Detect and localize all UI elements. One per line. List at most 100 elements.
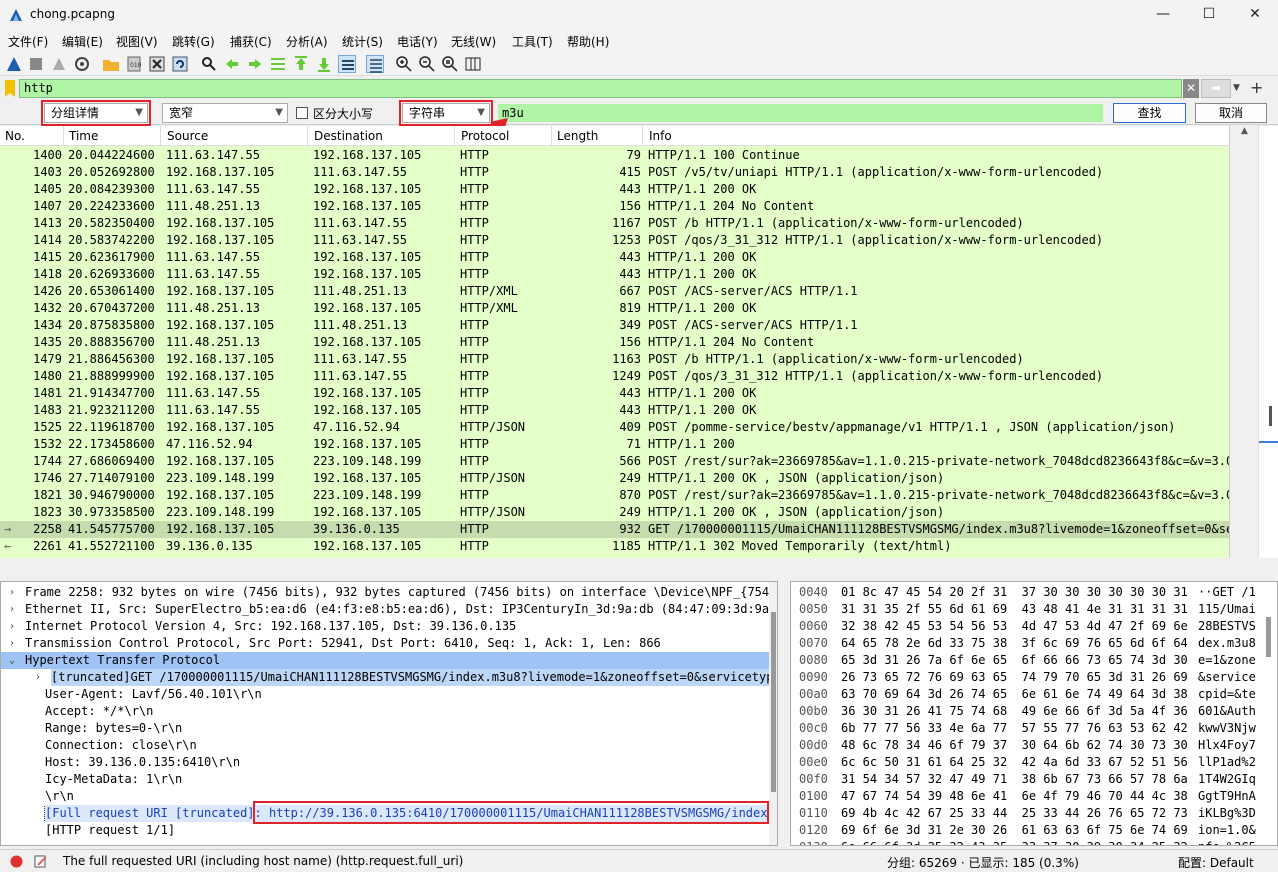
packet-row[interactable]: 1418 20.626933600 111.63.147.55 192.168.137… xyxy=(0,266,1229,283)
restart-capture-icon[interactable] xyxy=(50,55,68,73)
detail-row[interactable]: › [truncated]GET /170000001115/UmaiCHAN11… xyxy=(1,669,769,686)
col-header-source[interactable]: Source xyxy=(167,129,208,143)
pane-splitter[interactable] xyxy=(0,558,1278,580)
detail-row[interactable]: Icy-MetaData: 1\r\n xyxy=(1,771,769,788)
menu-tools[interactable]: 工具(T) xyxy=(512,33,553,50)
menu-capture[interactable]: 捕获(C) xyxy=(230,33,272,50)
detail-row[interactable]: ⌄ Hypertext Transfer Protocol xyxy=(1,652,769,669)
detail-row[interactable]: › Internet Protocol Version 4, Src: 192.1… xyxy=(1,618,769,635)
clear-filter-icon[interactable]: ✕ xyxy=(1183,79,1199,98)
charset-select[interactable]: 宽窄 ▼ xyxy=(162,103,288,123)
apply-filter-icon[interactable]: ➡ xyxy=(1201,79,1231,98)
status-profile[interactable]: 配置: Default xyxy=(1178,854,1254,871)
packet-row[interactable]: 1413 20.582350400 192.168.137.105 111.63.14… xyxy=(0,215,1229,232)
add-filter-button-icon[interactable]: + xyxy=(1250,78,1263,97)
detail-row[interactable]: Connection: close\r\n xyxy=(1,737,769,754)
col-header-no[interactable]: No. xyxy=(5,129,25,143)
packet-row[interactable]: 1744 27.686069400 192.168.137.105 223.109.1… xyxy=(0,453,1229,470)
packet-row[interactable]: 1746 27.714079100 223.109.148.199 192.168.1… xyxy=(0,470,1229,487)
reload-file-icon[interactable] xyxy=(171,55,189,73)
case-sensitive-checkbox[interactable] xyxy=(296,107,308,119)
save-file-icon[interactable]: 010 xyxy=(125,55,143,73)
menu-help[interactable]: 帮助(H) xyxy=(567,33,609,50)
menu-statistics[interactable]: 统计(S) xyxy=(342,33,383,50)
find-search-input[interactable]: m3u xyxy=(498,104,1103,122)
colorize-icon[interactable] xyxy=(366,55,384,73)
col-header-length[interactable]: Length xyxy=(557,129,598,143)
packet-row[interactable]: 1481 21.914347700 111.63.147.55 192.168.137… xyxy=(0,385,1229,402)
bookmark-icon[interactable] xyxy=(3,79,17,99)
edit-comment-icon[interactable] xyxy=(33,854,48,869)
detail-row[interactable]: Host: 39.136.0.135:6410\r\n xyxy=(1,754,769,771)
resize-columns-icon[interactable] xyxy=(464,55,482,73)
detail-row[interactable]: › Transmission Control Protocol, Src Port… xyxy=(1,635,769,652)
go-forward-icon[interactable] xyxy=(246,55,264,73)
go-to-packet-icon[interactable] xyxy=(269,55,287,73)
col-header-protocol[interactable]: Protocol xyxy=(461,129,509,143)
first-packet-icon[interactable] xyxy=(292,55,310,73)
detail-row[interactable]: [HTTP request 1/1] xyxy=(1,822,769,839)
expand-chevron-icon[interactable]: › xyxy=(35,669,41,686)
maximize-button[interactable]: ☐ xyxy=(1186,0,1232,30)
zoom-out-icon[interactable] xyxy=(418,55,436,73)
find-button[interactable]: 查找 xyxy=(1113,103,1186,123)
close-button[interactable]: ✕ xyxy=(1232,0,1278,30)
menu-view[interactable]: 视图(V) xyxy=(116,33,158,50)
minimize-button[interactable]: — xyxy=(1140,0,1186,30)
details-scrollbar[interactable] xyxy=(769,582,777,845)
col-header-time[interactable]: Time xyxy=(69,129,98,143)
col-header-destination[interactable]: Destination xyxy=(314,129,383,143)
packet-row[interactable]: 1821 30.946790000 192.168.137.105 223.109.1… xyxy=(0,487,1229,504)
menu-analyze[interactable]: 分析(A) xyxy=(286,33,328,50)
packet-row[interactable]: 2258 41.545775700 192.168.137.105 39.136.0.… xyxy=(0,521,1229,538)
packet-minimap[interactable] xyxy=(1258,126,1278,558)
go-back-icon[interactable] xyxy=(223,55,241,73)
last-packet-icon[interactable] xyxy=(315,55,333,73)
collapse-chevron-icon[interactable]: ⌄ xyxy=(9,652,15,669)
col-header-info[interactable]: Info xyxy=(649,129,672,143)
menu-go[interactable]: 跳转(G) xyxy=(172,33,215,50)
display-filter-input[interactable]: http xyxy=(19,79,1182,98)
packet-list-scrollbar[interactable]: ▲ xyxy=(1229,126,1258,558)
packet-row[interactable]: 1823 30.973358500 223.109.148.199 192.168.1… xyxy=(0,504,1229,521)
packet-row[interactable]: 1407 20.224233600 111.48.251.13 192.168.137… xyxy=(0,198,1229,215)
open-file-icon[interactable] xyxy=(102,55,120,73)
expand-chevron-icon[interactable]: › xyxy=(9,601,15,618)
packet-row[interactable]: 1479 21.886456300 192.168.137.105 111.63.14… xyxy=(0,351,1229,368)
capture-status-icon[interactable] xyxy=(10,855,23,868)
close-file-icon[interactable] xyxy=(148,55,166,73)
packet-row[interactable]: 1403 20.052692800 192.168.137.105 111.63.14… xyxy=(0,164,1229,181)
packet-row[interactable]: 2261 41.552721100 39.136.0.135 192.168.137.… xyxy=(0,538,1229,555)
start-capture-icon[interactable] xyxy=(5,55,23,73)
packet-row[interactable]: 1480 21.888999900 192.168.137.105 111.63.14… xyxy=(0,368,1229,385)
expand-chevron-icon[interactable]: › xyxy=(9,618,15,635)
detail-row[interactable]: Accept: */*\r\n xyxy=(1,703,769,720)
stop-capture-icon[interactable] xyxy=(27,55,45,73)
packet-row[interactable]: 1532 22.173458600 47.116.52.94 192.168.137.… xyxy=(0,436,1229,453)
menu-wireless[interactable]: 无线(W) xyxy=(451,33,496,50)
packet-row[interactable]: 1483 21.923211200 111.63.147.55 192.168.137… xyxy=(0,402,1229,419)
expand-chevron-icon[interactable]: › xyxy=(9,635,15,652)
detail-row[interactable]: › Ethernet II, Src: SuperElectro_b5:ea:d6… xyxy=(1,601,769,618)
expand-chevron-icon[interactable]: › xyxy=(9,584,15,601)
zoom-normal-icon[interactable] xyxy=(441,55,459,73)
autoscroll-icon[interactable] xyxy=(338,55,356,73)
packet-row[interactable]: 1426 20.653061400 192.168.137.105 111.48.25… xyxy=(0,283,1229,300)
menu-file[interactable]: 文件(F) xyxy=(8,33,48,50)
filter-history-chevron-icon[interactable]: ▼ xyxy=(1233,79,1245,98)
packet-row[interactable]: 1405 20.084239300 111.63.147.55 192.168.137… xyxy=(0,181,1229,198)
cancel-button[interactable]: 取消 xyxy=(1195,103,1267,123)
packet-row[interactable]: 1525 22.119618700 192.168.137.105 47.116.52… xyxy=(0,419,1229,436)
detail-row[interactable]: Range: bytes=0-\r\n xyxy=(1,720,769,737)
packet-row[interactable]: 1432 20.670437200 111.48.251.13 192.168.137… xyxy=(0,300,1229,317)
packet-row[interactable]: 1434 20.875835800 192.168.137.105 111.48.25… xyxy=(0,317,1229,334)
menu-telephony[interactable]: 电话(Y) xyxy=(397,33,438,50)
find-packet-icon[interactable] xyxy=(200,55,218,73)
detail-row[interactable]: › Frame 2258: 932 bytes on wire (7456 bit… xyxy=(1,584,769,601)
menu-edit[interactable]: 编辑(E) xyxy=(62,33,103,50)
packet-row[interactable]: 1414 20.583742200 192.168.137.105 111.63.14… xyxy=(0,232,1229,249)
zoom-in-icon[interactable] xyxy=(395,55,413,73)
packet-row[interactable]: 1415 20.623617900 111.63.147.55 192.168.137… xyxy=(0,249,1229,266)
capture-options-icon[interactable] xyxy=(73,55,91,73)
packet-row[interactable]: 1400 20.044224600 111.63.147.55 192.168.137… xyxy=(0,147,1229,164)
